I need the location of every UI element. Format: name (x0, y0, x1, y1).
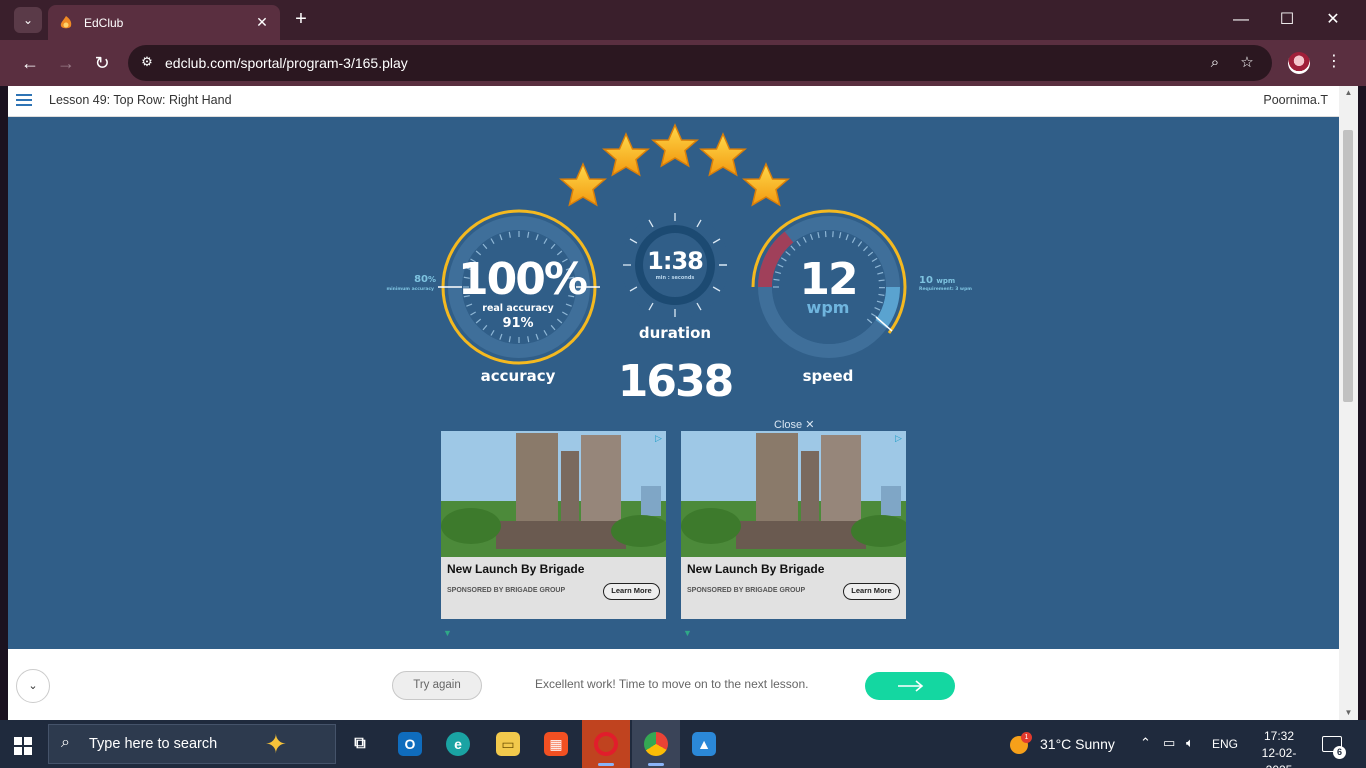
star-icon (602, 132, 650, 177)
scroll-down-icon[interactable]: ▼ (1339, 706, 1358, 720)
windows-start-icon[interactable] (14, 737, 32, 755)
edclub-favicon-icon (60, 15, 72, 28)
try-again-button[interactable]: Try again (392, 671, 482, 700)
url-text[interactable]: edclub.com/sportal/program-3/165.play (165, 55, 408, 71)
reload-icon[interactable]: ↻ (90, 51, 114, 75)
ad-sponsor: SPONSORED BY BRIGADE GROUP (687, 587, 806, 594)
close-ad-button[interactable]: Close ✕ (774, 418, 814, 431)
task-view-icon[interactable]: ⧉ (336, 720, 384, 768)
ad-building-image (441, 431, 666, 557)
search-placeholder[interactable]: Type here to search (89, 736, 217, 752)
page-scrollbar[interactable]: ▲ ▼ (1339, 86, 1358, 720)
ad-marker-icon: ▼ (683, 628, 692, 638)
accuracy-label: accuracy (480, 367, 556, 385)
speed-unit: wpm (806, 298, 850, 317)
volume-icon[interactable]: 🔈︎ (1186, 735, 1194, 751)
windows-taskbar: ⌕ Type here to search ✦ ⧉ O e ▭ ▦ ▲ 1 31… (0, 720, 1366, 768)
bookmark-star-icon[interactable]: ☆ (1237, 53, 1257, 73)
ad-building-image (681, 431, 906, 557)
speed-requirement-label: Requirement: 3 wpm (919, 287, 972, 292)
clock-date: 12-02-2025 (1261, 746, 1297, 768)
microsoft-store-icon[interactable]: ▦ (532, 720, 580, 768)
photos-icon[interactable]: ▲ (680, 720, 728, 768)
learn-more-button[interactable]: Learn More (843, 583, 900, 600)
file-explorer-icon[interactable]: ▭ (484, 720, 532, 768)
forward-arrow-icon[interactable]: → (54, 51, 78, 75)
minimum-accuracy-label: minimum accuracy (386, 287, 434, 292)
tab-title: EdClub (84, 15, 124, 30)
taskbar-search-box[interactable]: ⌕ Type here to search ✦ (48, 724, 336, 764)
edge-icon[interactable]: e (434, 720, 482, 768)
minimum-accuracy-value: 80% (414, 274, 436, 285)
adchoices-icon[interactable]: ▷ (655, 433, 665, 443)
user-name[interactable]: Poornima.T (1263, 93, 1328, 107)
notification-count: 6 (1333, 746, 1346, 759)
zoom-icon[interactable]: ⌕ (1205, 53, 1225, 73)
ad-marker-icon: ▼ (443, 628, 452, 638)
chrome-icon[interactable] (632, 720, 680, 768)
browser-tab[interactable]: EdClub ✕ (48, 5, 280, 40)
opera-icon[interactable] (582, 720, 630, 768)
real-accuracy-value: 91% (502, 316, 534, 331)
tab-close-icon[interactable]: ✕ (254, 14, 270, 31)
scroll-up-icon[interactable]: ▲ (1339, 86, 1358, 100)
star-rating (559, 123, 790, 207)
duration-value: 1:38 (647, 247, 704, 275)
copilot-sparkle-icon[interactable]: ✦ (265, 729, 287, 760)
adchoices-icon[interactable]: ▷ (895, 433, 905, 443)
duration-label: duration (638, 324, 712, 342)
battery-icon[interactable]: ▭ (1163, 735, 1175, 751)
learn-more-button[interactable]: Learn More (603, 583, 660, 600)
score-value: 1638 (617, 356, 734, 407)
profile-avatar[interactable] (1288, 52, 1310, 74)
system-clock[interactable]: 17:32 12-02-2025 (1250, 728, 1308, 768)
weather-text[interactable]: 31°C Sunny (1040, 736, 1115, 752)
ad-sponsor: SPONSORED BY BRIGADE GROUP (447, 587, 566, 594)
chevron-down-icon[interactable]: ⌄ (16, 669, 50, 703)
ad-card[interactable]: New Launch By Brigade SPONSORED BY BRIGA… (441, 431, 666, 619)
clock-time: 17:32 (1263, 729, 1295, 743)
ad-title[interactable]: New Launch By Brigade (687, 562, 824, 576)
gauge-tick (878, 279, 885, 282)
browser-tab-bar: ⌄ EdClub ✕ + — ☐ ✕ (0, 0, 1366, 40)
minimize-button[interactable]: — (1228, 8, 1254, 32)
speed-requirement-value: 10 wpm (919, 275, 956, 286)
search-icon: ⌕ (61, 734, 70, 751)
star-icon (559, 162, 607, 207)
star-icon (699, 132, 747, 177)
outlook-icon[interactable]: O (386, 720, 434, 768)
hamburger-menu-icon[interactable] (16, 94, 32, 106)
lesson-title: Lesson 49: Top Row: Right Hand (49, 93, 232, 107)
tab-search-chevron-icon[interactable]: ⌄ (14, 7, 42, 33)
scroll-thumb[interactable] (1343, 130, 1353, 402)
close-icon[interactable]: ✕ (805, 419, 814, 431)
close-window-button[interactable]: ✕ (1320, 8, 1346, 32)
real-accuracy-label: real accuracy (482, 303, 554, 314)
ad-card[interactable]: New Launch By Brigade SPONSORED BY BRIGA… (681, 431, 906, 619)
accuracy-value: 100% (458, 254, 588, 305)
speed-label: speed (802, 367, 854, 385)
back-arrow-icon[interactable]: ← (18, 51, 42, 75)
next-lesson-button[interactable] (865, 672, 955, 700)
browser-toolbar: ← → ↻ ⚙ edclub.com/sportal/program-3/165… (0, 40, 1366, 86)
weather-badge: 1 (1021, 732, 1032, 743)
ad-title[interactable]: New Launch By Brigade (447, 562, 584, 576)
star-icon (742, 162, 790, 207)
lesson-footer: ⌄ Try again Excellent work! Time to move… (8, 649, 1339, 720)
completion-message: Excellent work! Time to move on to the n… (535, 677, 809, 691)
star-icon (651, 123, 699, 168)
site-settings-icon[interactable]: ⚙ (138, 54, 156, 72)
chevron-up-icon[interactable]: ⌃ (1140, 735, 1151, 751)
arrow-right-icon (898, 680, 924, 692)
duration-unit-label: min : seconds (655, 275, 695, 281)
lesson-header: Lesson 49: Top Row: Right Hand Poornima.… (8, 86, 1339, 117)
browser-menu-icon[interactable]: ⋮ (1326, 51, 1342, 71)
maximize-button[interactable]: ☐ (1274, 8, 1300, 32)
new-tab-button[interactable]: + (290, 8, 312, 30)
language-indicator[interactable]: ENG (1212, 737, 1238, 751)
address-bar[interactable]: ⚙ edclub.com/sportal/program-3/165.play … (128, 45, 1272, 81)
